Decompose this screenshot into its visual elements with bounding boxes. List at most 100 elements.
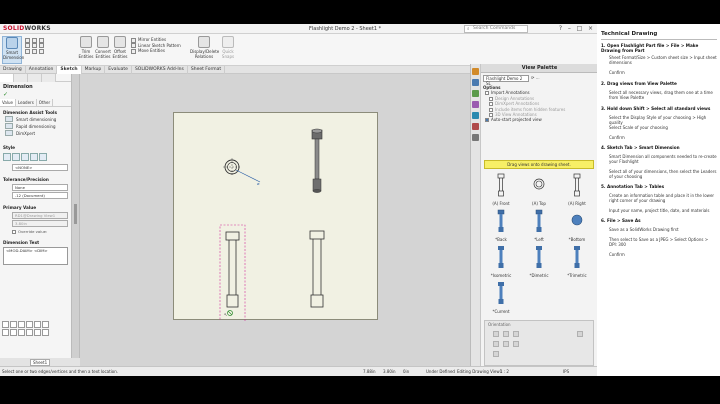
part-select[interactable]: Flashlight Demo 2 SL xyxy=(483,75,529,86)
sheet-tab-sheet1[interactable]: Sheet1 xyxy=(30,359,51,366)
precision-select[interactable]: .12 (Document) xyxy=(12,192,68,199)
drawing-sheet[interactable]: ⌀ ↖ xyxy=(173,112,379,341)
primary-value-field[interactable]: 3.80in xyxy=(12,220,68,227)
front-view-selected[interactable]: ↖ xyxy=(219,224,246,341)
tab-drawing[interactable]: Drawing xyxy=(0,66,26,74)
tab-leaders[interactable]: Leaders xyxy=(16,99,37,106)
tab-addins[interactable]: SOLIDWORKS Add-Ins xyxy=(132,66,188,74)
rapid-dimensioning-option[interactable]: Rapid dimensioning xyxy=(0,123,71,130)
status-scale[interactable]: 1 : 2 xyxy=(500,369,509,374)
minimize-icon[interactable]: – xyxy=(568,25,571,33)
close-icon[interactable]: × xyxy=(588,25,593,33)
palette-view-current[interactable]: *Current xyxy=(483,280,519,314)
ok-check-icon[interactable]: ✓ xyxy=(0,91,71,99)
palette-view-top[interactable]: (A) Top xyxy=(521,172,557,206)
style-delete-icon[interactable] xyxy=(21,153,29,161)
offset-entities-button[interactable]: Offset Entities xyxy=(112,36,128,59)
justify-right-icon[interactable] xyxy=(18,321,25,328)
panel-splitter[interactable] xyxy=(72,74,80,366)
style-select[interactable]: <NONE> xyxy=(12,164,68,171)
override-value-checkbox[interactable]: Override value: xyxy=(0,228,71,235)
orient-front-icon[interactable] xyxy=(493,331,499,337)
square-icon[interactable] xyxy=(10,329,17,336)
tab-other[interactable]: Other xyxy=(37,99,54,106)
justify-center-icon[interactable] xyxy=(10,321,17,328)
tab-sketch[interactable]: Sketch xyxy=(57,66,82,74)
palette-view-trimetric[interactable]: *Trimetric xyxy=(559,244,595,278)
trim-entities-button[interactable]: Trim Entities xyxy=(78,36,94,59)
smart-dimensioning-option[interactable]: Smart dimensioning xyxy=(0,116,71,123)
degree-icon[interactable] xyxy=(34,321,41,328)
style-load-icon[interactable] xyxy=(39,153,47,161)
right-view-flashlight[interactable] xyxy=(309,230,325,308)
smart-dimension-button[interactable]: Smart Dimension xyxy=(2,36,24,64)
config-tab[interactable] xyxy=(28,74,42,82)
custom-properties-icon[interactable] xyxy=(472,123,479,130)
tab-evaluate[interactable]: Evaluate xyxy=(105,66,132,74)
orient-right-icon[interactable] xyxy=(493,341,499,347)
rectangle-icon[interactable] xyxy=(32,37,37,43)
style-default-icon[interactable] xyxy=(12,153,20,161)
tab-annotation[interactable]: Annotation xyxy=(26,66,58,74)
search-input[interactable]: ⌕ Search Commands xyxy=(464,25,528,33)
tab-value[interactable]: Value xyxy=(0,99,16,106)
appearances-icon[interactable] xyxy=(472,112,479,119)
justify-left-icon[interactable] xyxy=(2,321,9,328)
move-entities-button[interactable]: Move Entities xyxy=(131,48,181,54)
quick-snaps-button[interactable]: Quick Snaps xyxy=(220,36,236,59)
orient-left-icon[interactable] xyxy=(513,331,519,337)
fillet-icon[interactable] xyxy=(39,48,44,54)
display-relations-button[interactable]: Display/Delete Relations xyxy=(190,36,219,59)
resources-icon[interactable] xyxy=(472,68,479,75)
isometric-view-flashlight[interactable] xyxy=(311,128,323,193)
tab-markup[interactable]: Markup xyxy=(82,66,106,74)
file-explorer-icon[interactable] xyxy=(472,90,479,97)
depth-icon[interactable] xyxy=(26,329,33,336)
design-library-icon[interactable] xyxy=(472,79,479,86)
palette-view-left[interactable]: *Left xyxy=(521,208,557,242)
display-tab[interactable] xyxy=(42,74,56,82)
auto-start-checkbox[interactable]: Auto-start projected view xyxy=(483,117,595,123)
style-save-icon[interactable] xyxy=(30,153,38,161)
graphics-area[interactable]: ⌀ ↖ xyxy=(80,74,470,366)
splitter-handle[interactable] xyxy=(74,204,77,224)
palette-view-front[interactable]: (A) Front xyxy=(483,172,519,206)
property-tab[interactable] xyxy=(14,74,28,82)
palette-view-isometric[interactable]: *Isometric xyxy=(483,244,519,278)
top-view-circle[interactable]: ⌀ xyxy=(223,158,261,186)
convert-entities-button[interactable]: Convert Entities xyxy=(95,36,111,59)
line-icon[interactable] xyxy=(25,37,30,43)
diameter-icon[interactable] xyxy=(26,321,33,328)
drawing-views[interactable]: ⌀ ↖ xyxy=(174,113,379,341)
orient-top-icon[interactable] xyxy=(503,341,509,347)
orient-pin-icon[interactable] xyxy=(577,331,583,337)
counterbore-icon[interactable] xyxy=(34,329,41,336)
palette-view-dimetric[interactable]: *Dimetric xyxy=(521,244,557,278)
solidworks-logo[interactable]: SOLIDWORKS xyxy=(3,25,51,32)
status-units[interactable]: IPS xyxy=(563,369,569,374)
help-icon[interactable]: ? xyxy=(559,25,562,33)
orient-iso-icon[interactable] xyxy=(493,351,499,357)
orient-back-icon[interactable] xyxy=(503,331,509,337)
maximize-icon[interactable]: □ xyxy=(577,25,583,33)
view-palette-icon[interactable] xyxy=(472,101,479,108)
spline-icon[interactable] xyxy=(25,48,30,54)
tab-sheet-format[interactable]: Sheet Format xyxy=(188,66,226,74)
palette-view-back[interactable]: *Back xyxy=(483,208,519,242)
style-apply-icon[interactable] xyxy=(3,153,11,161)
palette-view-bottom[interactable]: *Bottom xyxy=(559,208,595,242)
ellipse-icon[interactable] xyxy=(32,48,37,54)
centerline-icon[interactable] xyxy=(18,329,25,336)
orient-bottom-icon[interactable] xyxy=(513,341,519,347)
browse-icon[interactable]: … xyxy=(536,75,540,80)
tolerance-select[interactable]: None xyxy=(12,184,68,191)
primary-ref-field[interactable]: RD1@Drawing View1 xyxy=(12,212,68,219)
more-symbols-icon[interactable] xyxy=(42,329,49,336)
feature-tree-tab[interactable] xyxy=(0,74,14,82)
dimxpert-option[interactable]: DimXpert xyxy=(0,130,71,137)
plus-minus-icon[interactable] xyxy=(42,321,49,328)
palette-view-right[interactable]: (A) Right xyxy=(559,172,595,206)
dimension-text-input[interactable]: <MOD-DIAM> <DIM> xyxy=(3,247,68,265)
refresh-icon[interactable]: ⟳ xyxy=(531,75,534,80)
forum-icon[interactable] xyxy=(472,134,479,141)
